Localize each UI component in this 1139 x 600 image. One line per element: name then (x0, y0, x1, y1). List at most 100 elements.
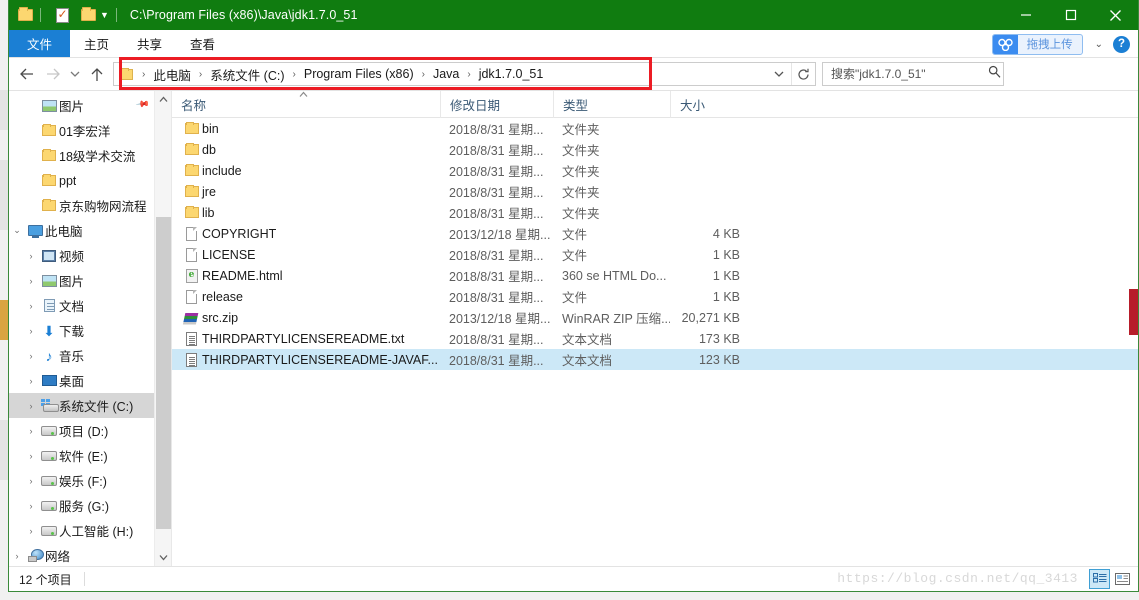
sidebar-item-7[interactable]: › 图片 (9, 268, 154, 293)
sidebar-item-18[interactable]: › 网络 (9, 543, 154, 566)
sidebar-item-4[interactable]: 京东购物网流程 (9, 193, 154, 218)
main-content: 图片 📌 01李宏洋 18级学术交流 ppt 京东购物网流程 ⌄ 此电脑 › 视频 › 图片 › 文档 › ⬇… (9, 90, 1138, 566)
table-row[interactable]: include 2018/8/31 星期... 文件夹 (172, 160, 1138, 181)
table-row[interactable]: bin 2018/8/31 星期... 文件夹 (172, 118, 1138, 139)
chevron-right-icon[interactable]: › (23, 526, 39, 536)
up-button[interactable] (84, 61, 110, 87)
desktop-strip (0, 90, 8, 130)
table-row[interactable]: src.zip 2013/12/18 星期... WinRAR ZIP 压缩... 2… (172, 307, 1138, 328)
close-button[interactable] (1093, 0, 1138, 30)
table-row[interactable]: COPYRIGHT 2013/12/18 星期... 文件 4 KB (172, 223, 1138, 244)
folder-icon (39, 148, 59, 161)
pin-icon[interactable]: 📌 (135, 97, 150, 113)
breadcrumb-item-1[interactable]: 系统文件 (C:) (209, 65, 285, 84)
chevron-right-icon[interactable]: › (23, 451, 39, 461)
breadcrumb-item-2[interactable]: Program Files (x86) (303, 67, 415, 81)
maximize-button[interactable] (1048, 0, 1093, 30)
search-box[interactable] (822, 62, 1004, 86)
table-row[interactable]: jre 2018/8/31 星期... 文件夹 (172, 181, 1138, 202)
scroll-down-icon[interactable] (155, 549, 171, 566)
folder-icon (42, 198, 56, 211)
sidebar-item-6[interactable]: › 视频 (9, 243, 154, 268)
sidebar-item-3[interactable]: ppt (9, 168, 154, 193)
netdisk-upload-button[interactable]: 拖拽上传 (991, 33, 1083, 55)
column-header-date[interactable]: 修改日期 (440, 91, 553, 118)
table-row[interactable]: release 2018/8/31 星期... 文件 1 KB (172, 286, 1138, 307)
search-icon[interactable] (988, 65, 1001, 83)
sidebar-item-1[interactable]: 01李宏洋 (9, 118, 154, 143)
column-header-size[interactable]: 大小 (670, 91, 750, 118)
sidebar-item-2[interactable]: 18级学术交流 (9, 143, 154, 168)
new-folder-icon[interactable] (15, 5, 35, 25)
chevron-right-icon[interactable]: › (23, 276, 39, 286)
tab-view[interactable]: 查看 (176, 30, 229, 57)
breadcrumb-item-0[interactable]: 此电脑 (152, 65, 192, 84)
table-row[interactable]: e README.html 2018/8/31 星期... 360 se HTML D… (172, 265, 1138, 286)
column-header-type[interactable]: 类型 (553, 91, 670, 118)
chevron-right-icon[interactable]: › (23, 251, 39, 261)
sidebar-item-label: 图片 (59, 100, 85, 114)
table-row[interactable]: LICENSE 2018/8/31 星期... 文件 1 KB (172, 244, 1138, 265)
scroll-up-icon[interactable] (155, 91, 171, 108)
chevron-right-icon[interactable]: › (23, 501, 39, 511)
sidebar-item-10[interactable]: › ♪ 音乐 (9, 343, 154, 368)
desktop-strip (0, 160, 8, 230)
forward-button[interactable] (40, 61, 66, 87)
sidebar-item-8[interactable]: › 文档 (9, 293, 154, 318)
view-large-icons-button[interactable] (1112, 569, 1133, 589)
breadcrumb-item-3[interactable]: Java (432, 67, 460, 81)
chevron-right-icon[interactable]: › (23, 401, 39, 411)
chevron-right-icon[interactable]: › (23, 326, 39, 336)
sidebar-item-14[interactable]: › 软件 (E:) (9, 443, 154, 468)
sidebar-item-11[interactable]: › 桌面 (9, 368, 154, 393)
nav-scrollbar-thumb[interactable] (156, 217, 171, 529)
customize-caret-icon[interactable]: ▼ (100, 10, 109, 20)
view-details-button[interactable] (1089, 569, 1110, 589)
breadcrumb-item-4[interactable]: jdk1.7.0_51 (478, 67, 545, 81)
search-input[interactable] (829, 66, 988, 82)
address-dropdown-icon[interactable] (767, 63, 791, 85)
folder-icon (42, 173, 56, 186)
table-row[interactable]: THIRDPARTYLICENSEREADME-JAVAF... 2018/8/3… (172, 349, 1138, 370)
tab-home[interactable]: 主页 (70, 30, 123, 57)
sidebar-item-12[interactable]: › 系统文件 (C:) (9, 393, 154, 418)
sidebar-item-label: 系统文件 (C:) (59, 400, 134, 414)
nav-scrollbar[interactable] (154, 91, 171, 566)
sidebar-item-13[interactable]: › 项目 (D:) (9, 418, 154, 443)
minimize-button[interactable] (1003, 0, 1048, 30)
help-icon[interactable]: ? (1113, 35, 1130, 53)
chevron-right-icon[interactable]: › (23, 476, 39, 486)
properties-icon[interactable] (52, 5, 72, 25)
address-bar[interactable]: › 此电脑 › 系统文件 (C:) › Program Files (x86) … (113, 62, 816, 86)
chevron-right-icon[interactable]: › (23, 376, 39, 386)
table-row[interactable]: lib 2018/8/31 星期... 文件夹 (172, 202, 1138, 223)
chevron-right-icon[interactable]: › (23, 351, 39, 361)
sidebar-item-15[interactable]: › 娱乐 (F:) (9, 468, 154, 493)
refresh-button[interactable] (791, 63, 815, 85)
folder-icon (42, 148, 56, 161)
chevron-right-icon[interactable]: › (9, 551, 25, 561)
sidebar-item-9[interactable]: › ⬇ 下载 (9, 318, 154, 343)
file-explorer-window: ▼ C:\Program Files (x86)\Java\jdk1.7.0_5… (8, 0, 1139, 592)
chevron-down-icon[interactable]: ⌄ (1095, 39, 1103, 50)
tab-share[interactable]: 共享 (123, 30, 176, 57)
cell-size: 4 KB (712, 226, 740, 241)
sidebar-item-0[interactable]: 图片 📌 (9, 93, 154, 118)
sidebar-item-17[interactable]: › 人工智能 (H:) (9, 518, 154, 543)
chevron-down-icon[interactable]: ⌄ (9, 225, 25, 236)
recent-locations-icon[interactable] (66, 61, 84, 87)
column-header-name[interactable]: 名称 (172, 91, 440, 118)
open-folder-icon[interactable] (78, 5, 98, 25)
back-button[interactable] (14, 61, 40, 87)
chevron-right-icon[interactable]: › (23, 426, 39, 436)
sidebar-item-5[interactable]: ⌄ 此电脑 (9, 218, 154, 243)
cell-type: 文件夹 (562, 123, 600, 137)
cell-modified-date: 2018/8/31 星期... (449, 291, 544, 305)
tab-file[interactable]: 文件 (9, 30, 71, 57)
chevron-right-icon[interactable]: › (23, 301, 39, 311)
table-row[interactable]: THIRDPARTYLICENSEREADME.txt 2018/8/31 星期.… (172, 328, 1138, 349)
cell-modified-date: 2018/8/31 星期... (449, 165, 544, 179)
cell-modified-date: 2018/8/31 星期... (449, 354, 544, 368)
table-row[interactable]: db 2018/8/31 星期... 文件夹 (172, 139, 1138, 160)
sidebar-item-16[interactable]: › 服务 (G:) (9, 493, 154, 518)
